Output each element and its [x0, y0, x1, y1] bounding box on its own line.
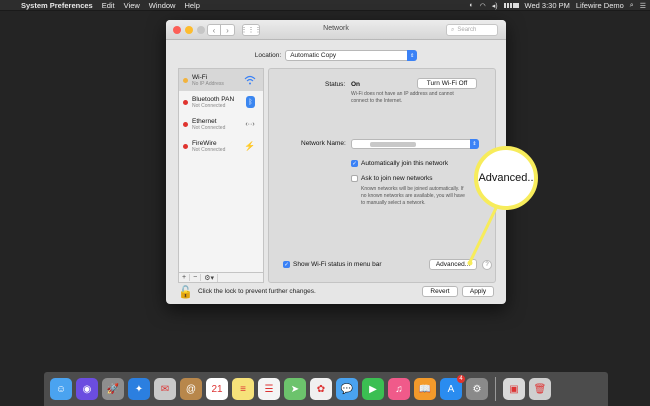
service-name: Ethernet: [192, 117, 217, 125]
popup-arrows-icon: ⇕: [470, 139, 479, 149]
service-status: No IP Address: [192, 80, 224, 87]
search-field[interactable]: ⌕ Search: [446, 24, 498, 36]
add-service-button[interactable]: +: [179, 274, 191, 281]
messages-icon[interactable]: 💬: [336, 378, 358, 400]
network-name-popup[interactable]: ⇕: [351, 139, 479, 149]
finder-icon[interactable]: ☺: [50, 378, 72, 400]
service-status: Not Connected: [192, 102, 226, 109]
menu-help[interactable]: Help: [184, 1, 199, 10]
wifi-settings-panel: Status: On Turn Wi-Fi Off Wi-Fi does not…: [268, 68, 496, 283]
apply-button[interactable]: Apply: [462, 286, 494, 297]
spotlight-icon[interactable]: ⌕: [630, 2, 634, 10]
contacts-icon[interactable]: @: [180, 378, 202, 400]
status-label: Status:: [325, 81, 346, 88]
status-dot: [183, 77, 188, 83]
ibooks-icon[interactable]: 📖: [414, 378, 436, 400]
remove-service-button[interactable]: −: [190, 274, 202, 281]
service-name: Wi-Fi: [192, 73, 208, 81]
menu-edit[interactable]: Edit: [102, 1, 115, 10]
popup-arrows-icon: ⇕: [407, 50, 418, 61]
service-wifi[interactable]: Wi-Fi No IP Address: [179, 69, 263, 91]
photos-icon[interactable]: ✿: [310, 378, 332, 400]
menu-view[interactable]: View: [124, 1, 140, 10]
show-wifi-status-label: Show Wi-Fi status in menu bar: [293, 261, 382, 268]
menu-clock[interactable]: Wed 3:30 PM: [525, 1, 570, 10]
status-dot: [183, 99, 188, 105]
app-store-icon[interactable]: A4: [440, 375, 465, 400]
show-wifi-status-checkbox[interactable]: ✓: [283, 261, 290, 268]
auto-join-checkbox[interactable]: ✓: [351, 160, 358, 167]
notification-center-icon[interactable]: ☰: [640, 2, 646, 10]
wifi-icon: [243, 74, 257, 86]
menu-extra-icon[interactable]: ◐: [469, 2, 473, 9]
status-description-line-2: connect to the Internet.: [351, 98, 403, 104]
turn-wifi-off-button[interactable]: Turn Wi-Fi Off: [417, 78, 477, 89]
search-placeholder: Search: [457, 27, 477, 33]
menu-user[interactable]: Lifewire Demo: [576, 1, 624, 10]
redacted-network-name: [370, 142, 416, 147]
itunes-icon[interactable]: ♫: [388, 378, 410, 400]
callout-text: Advanced..: [478, 172, 534, 184]
service-status: Not Connected: [192, 146, 226, 153]
service-actions-gear-icon[interactable]: ⚙▾: [201, 273, 218, 282]
auto-join-label: Automatically join this network: [361, 160, 449, 167]
safari-icon[interactable]: ✦: [128, 378, 150, 400]
volume-icon[interactable]: ◂): [492, 2, 498, 10]
lock-icon[interactable]: 🔓: [178, 285, 193, 299]
status-dot: [183, 121, 188, 127]
siri-icon[interactable]: ◉: [76, 378, 98, 400]
dock-separator: [495, 377, 496, 401]
dock: ☺ ◉ 🚀 ✦ ✉ @21 ≡ ☰ ➤ ✿ 💬 ▶ ♫ 📖 A 4 ⚙ ▣ 🗑: [44, 372, 608, 406]
network-name-label: Network Name:: [301, 140, 346, 147]
location-popup[interactable]: Automatic Copy ⇕: [285, 50, 418, 61]
menu-bar: System Preferences Edit View Window Help…: [0, 0, 650, 11]
network-window: ‹ › ⋮⋮⋮ Network ⌕ Search Location: Autom…: [166, 20, 506, 304]
notes-icon[interactable]: ≡: [232, 378, 254, 400]
service-status: Not Connected: [192, 124, 226, 131]
ethernet-icon: ‹··›: [245, 120, 255, 128]
menu-window[interactable]: Window: [149, 1, 176, 10]
bluetooth-icon: ᛒ: [246, 96, 255, 108]
ask-join-description-line-2: no known networks are available, you wil…: [361, 193, 465, 199]
title-bar: ‹ › ⋮⋮⋮ Network ⌕ Search: [166, 20, 506, 40]
battery-icon[interactable]: [503, 3, 519, 8]
calendar-icon[interactable]: 21: [206, 378, 228, 400]
trash-icon[interactable]: 🗑: [529, 378, 551, 400]
service-ethernet[interactable]: Ethernet Not Connected ‹··›: [179, 113, 263, 135]
location-row: Location: Automatic Copy ⇕: [166, 50, 506, 61]
service-name: FireWire: [192, 139, 217, 147]
revert-button[interactable]: Revert: [422, 286, 458, 297]
ask-join-description-line-1: Known networks will be joined automatica…: [361, 186, 464, 192]
preview-icon[interactable]: ▣: [503, 378, 525, 400]
ask-join-checkbox[interactable]: [351, 175, 358, 182]
location-label: Location:: [254, 52, 282, 59]
service-firewire[interactable]: FireWire Not Connected ⚡: [179, 135, 263, 157]
facetime-icon[interactable]: ▶: [362, 378, 384, 400]
mail-icon[interactable]: ✉: [154, 378, 176, 400]
ask-join-label: Ask to join new networks: [361, 175, 433, 182]
service-name: Bluetooth PAN: [192, 95, 235, 103]
service-list-controls: + − ⚙▾: [178, 273, 264, 283]
firewire-icon: ⚡: [244, 140, 256, 151]
advanced-button[interactable]: Advanced...: [429, 259, 477, 270]
service-list: Wi-Fi No IP Address Bluetooth PAN Not Co…: [178, 68, 264, 273]
wifi-menu-icon[interactable]: ◠: [480, 2, 486, 10]
menu-app-name[interactable]: System Preferences: [21, 1, 93, 10]
help-button[interactable]: ?: [482, 260, 492, 270]
service-bluetooth-pan[interactable]: Bluetooth PAN Not Connected ᛒ: [179, 91, 263, 113]
status-dot: [183, 143, 188, 149]
advanced-callout: Advanced..: [474, 146, 538, 210]
app-store-badge: 4: [457, 375, 465, 383]
system-preferences-icon[interactable]: ⚙: [466, 378, 488, 400]
location-value: Automatic Copy: [290, 52, 337, 59]
search-icon: ⌕: [451, 26, 455, 33]
maps-icon[interactable]: ➤: [284, 378, 306, 400]
ask-join-description-line-3: to manually select a network.: [361, 200, 426, 206]
status-value: On: [351, 81, 361, 88]
lock-message: Click the lock to prevent further change…: [198, 288, 316, 295]
launchpad-icon[interactable]: 🚀: [102, 378, 124, 400]
status-description-line-1: Wi-Fi does not have an IP address and ca…: [351, 91, 454, 97]
reminders-icon[interactable]: ☰: [258, 378, 280, 400]
